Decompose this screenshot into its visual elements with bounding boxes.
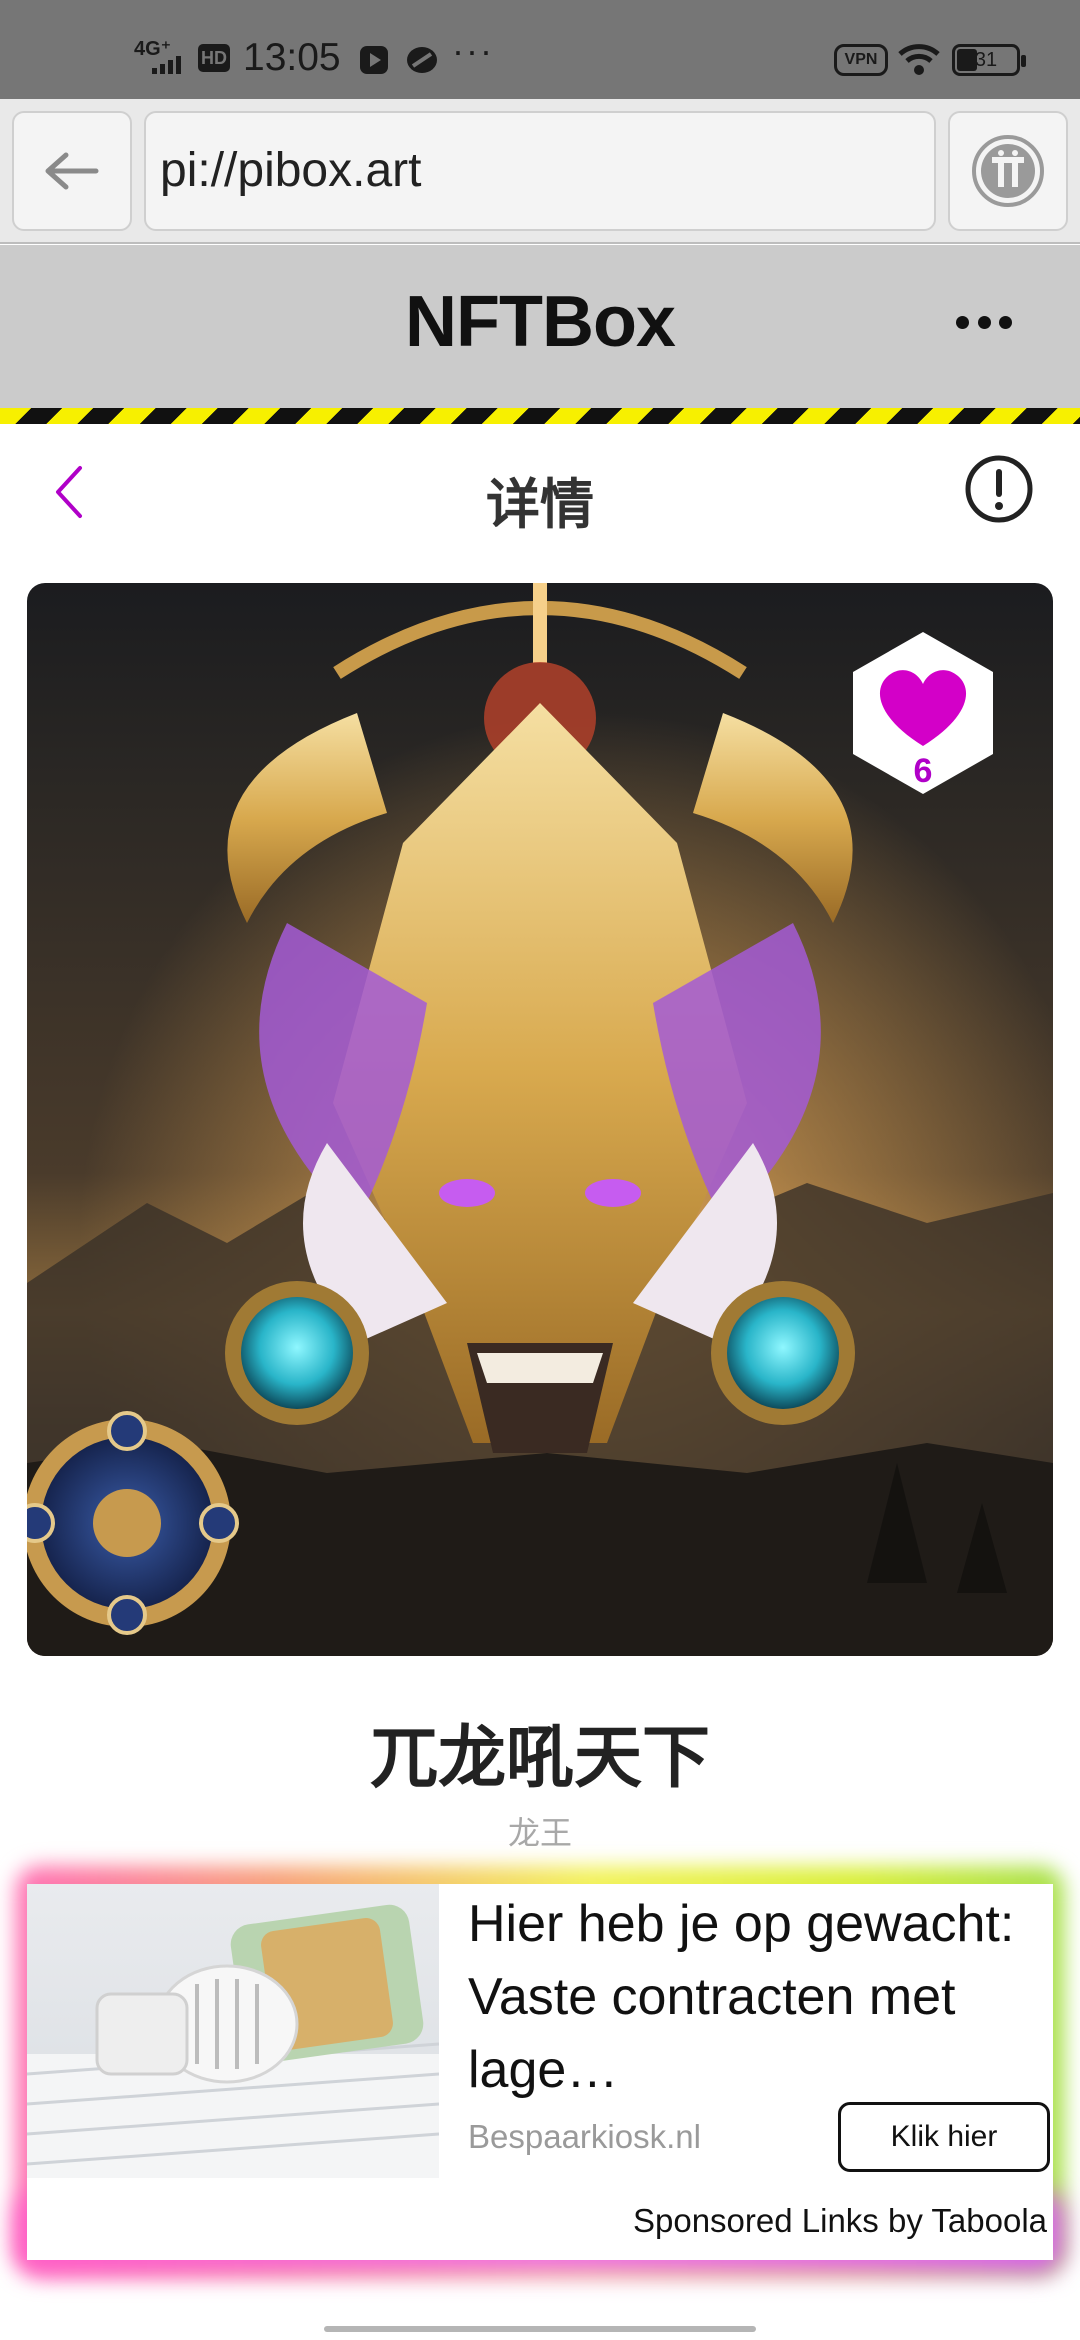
browser-back-button[interactable] — [12, 111, 132, 231]
pi-wallet-button[interactable] — [948, 111, 1068, 231]
nft-subtitle: 龙王 — [507, 1815, 572, 1851]
ad-cta-button[interactable]: Klik hier — [838, 2102, 1050, 2172]
page-title: 详情 — [486, 475, 594, 535]
signal-icon — [152, 56, 181, 74]
sponsored-label[interactable]: Sponsored Links by Taboola — [407, 2202, 1047, 2240]
media-play-icon — [360, 46, 388, 74]
browser-toolbar: pi://pibox.art — [0, 99, 1080, 244]
more-horizontal-icon[interactable] — [956, 307, 1012, 337]
hd-icon: HD — [198, 44, 230, 72]
info-icon[interactable] — [964, 454, 1034, 524]
page-nav: 详情 — [0, 424, 1080, 554]
ad-image — [27, 1884, 439, 2178]
battery-icon: 31 — [952, 44, 1026, 76]
status-bar: 4G⁺ HD 13:05 ··· VPN 31 — [0, 0, 1080, 99]
hazard-stripe-divider — [0, 408, 1080, 424]
ad-source: Bespaarkiosk.nl — [468, 2118, 701, 2155]
app-header: NFTBox — [0, 245, 1080, 408]
app-notification-icon — [407, 47, 437, 73]
ad-headline[interactable]: Hier heb je op gewacht: Vaste contracten… — [468, 1888, 1048, 2107]
clock: 13:05 — [243, 36, 341, 79]
home-indicator[interactable] — [324, 2326, 756, 2332]
more-notifications: ··· — [452, 30, 494, 71]
arrow-left-icon — [45, 152, 99, 190]
url-field[interactable]: pi://pibox.art — [144, 111, 936, 231]
like-count: 6 — [913, 752, 933, 790]
battery-level: 31 — [974, 49, 998, 71]
wifi-icon — [898, 44, 940, 75]
app-title: NFTBox — [405, 282, 676, 362]
nft-title: 兀龙吼天下 — [369, 1720, 710, 1796]
sponsored-ad[interactable]: Hier heb je op gewacht: Vaste contracten… — [27, 1884, 1053, 2260]
vpn-icon: VPN — [834, 44, 888, 76]
pi-coin-icon — [972, 135, 1044, 207]
